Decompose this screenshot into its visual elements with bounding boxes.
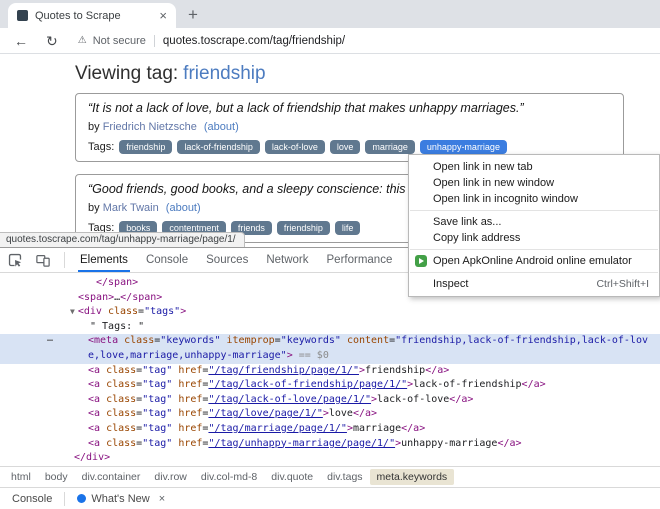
menu-item[interactable]: Inspect Ctrl+Shift+I — [409, 276, 659, 292]
devtools-tab-console[interactable]: Console — [137, 248, 197, 272]
breadcrumb-item[interactable]: div.tags — [320, 469, 369, 485]
address-bar: ← ↻ ⚠ Not secure quotes.toscrape.com/tag… — [0, 28, 660, 54]
author-name: Mark Twain — [102, 201, 159, 214]
dom-tree-row[interactable]: ▼ <div class="tags"> — [0, 305, 660, 320]
about-link[interactable]: (about) — [204, 121, 239, 133]
tag-pill[interactable]: lack-of-friendship — [177, 139, 260, 154]
menu-item-label: Open link in new tab — [433, 161, 533, 173]
reload-icon[interactable]: ↻ — [46, 34, 58, 48]
dom-tree-row[interactable]: … <meta class="keywords" itemprop="keywor… — [0, 332, 660, 364]
dom-tree-row[interactable]: <a class="tag" href="/tag/marriage/page/… — [0, 422, 660, 437]
elements-tree: </span> <span>…</span> ▼ <div class="tags">… — [0, 274, 660, 466]
url-text[interactable]: quotes.toscrape.com/tag/friendship/ — [153, 34, 345, 47]
by-label: by — [88, 120, 100, 133]
dom-tree-row[interactable]: </div> — [0, 451, 660, 466]
menu-item-label: Inspect — [433, 278, 469, 290]
menu-item-label: Open link in new window — [433, 177, 555, 189]
dom-tree-row[interactable]: <a class="tag" href="/tag/love/page/1/">… — [0, 407, 660, 422]
drawer-whats-new-tab[interactable]: What's New × — [65, 488, 177, 509]
new-tab-button[interactable]: + — [188, 6, 198, 23]
about-link[interactable]: (about) — [166, 202, 201, 214]
dom-tree-row[interactable]: <a class="tag" href="/tag/unhappy-marria… — [0, 437, 660, 452]
menu-item[interactable]: Save link as... — [409, 214, 659, 230]
author-name: Friedrich Nietzsche — [102, 120, 197, 133]
drawer-console-tab[interactable]: Console — [0, 488, 64, 509]
menu-item[interactable]: Open link in new window — [409, 175, 659, 191]
tag-pill[interactable]: unhappy-marriage — [419, 139, 507, 154]
menu-item-label: Open ApkOnline Android online emulator — [433, 255, 632, 267]
tag-pill[interactable]: lack-of-love — [264, 139, 325, 154]
back-icon[interactable]: ← — [14, 34, 28, 48]
heading-prefix: Viewing tag: — [75, 63, 179, 84]
menu-item[interactable]: Open link in incognito window — [409, 191, 659, 207]
breadcrumb-item[interactable]: html — [4, 469, 38, 485]
inspect-element-icon[interactable] — [8, 253, 22, 267]
menu-item[interactable]: Copy link address — [409, 230, 659, 246]
tag-pill[interactable]: life — [334, 220, 361, 235]
quote-text: “It is not a lack of love, but a lack of… — [88, 101, 524, 115]
row-more-actions-icon[interactable]: … — [47, 332, 54, 347]
site-favicon-icon — [17, 10, 28, 21]
menu-item[interactable]: Open link in new tab — [409, 159, 659, 175]
whats-new-icon — [77, 494, 87, 503]
tab-title: Quotes to Scrape — [35, 9, 121, 22]
dom-tree-row[interactable]: <a class="tag" href="/tag/friendship/pag… — [0, 364, 660, 379]
tag-pill-list: friendship lack-of-friendship lack-of-love… — [119, 139, 507, 154]
menu-item-label: Save link as... — [433, 216, 502, 228]
browser-window: Quotes to Scrape × + ← ↻ ⚠ Not secure qu… — [0, 0, 660, 509]
security-label[interactable]: Not secure — [93, 35, 146, 47]
by-label: by — [88, 201, 100, 214]
breadcrumb-item[interactable]: meta.keywords — [369, 469, 455, 485]
menu-shortcut-label: Ctrl+Shift+I — [596, 278, 649, 290]
apkonline-icon — [415, 255, 427, 267]
drawer-tab-close-icon[interactable]: × — [159, 493, 165, 505]
dom-tree-row[interactable]: " Tags: " — [0, 320, 660, 335]
context-menu: Open link in new tab Open link in new win… — [408, 154, 660, 297]
menu-separator — [410, 249, 658, 250]
tag-pill[interactable]: friendship — [276, 220, 330, 235]
menu-item-label: Open link in incognito window — [433, 193, 578, 205]
menu-item-label: Copy link address — [433, 232, 521, 244]
menu-separator — [410, 272, 658, 273]
devtools-tab-sources[interactable]: Sources — [197, 248, 257, 272]
toolbar-divider — [64, 252, 65, 268]
status-bubble: quotes.toscrape.com/tag/unhappy-marriage… — [0, 232, 245, 247]
dom-tree-row[interactable]: <a class="tag" href="/tag/lack-of-love/p… — [0, 393, 660, 408]
browser-tab[interactable]: Quotes to Scrape × — [8, 3, 176, 28]
breadcrumb-bar: html body div.container div.row div.col-md-8… — [0, 466, 660, 487]
menu-separator — [410, 210, 658, 211]
not-secure-warning-icon: ⚠ — [77, 35, 87, 46]
heading-tag-name: friendship — [183, 63, 266, 84]
page-title: Viewing tag: friendship — [75, 63, 660, 85]
tag-pill[interactable]: love — [329, 139, 361, 154]
whats-new-label: What's New — [91, 492, 150, 505]
devtools-tabs: Elements Console Sources Network Performance… — [71, 248, 461, 272]
quote-card: “It is not a lack of love, but a lack of… — [75, 93, 624, 162]
tab-close-icon[interactable]: × — [159, 9, 167, 22]
menu-item[interactable]: Open ApkOnline Android online emulator — [409, 253, 659, 269]
quote-tags-row: Tags: friendship lack-of-friendship lack-o… — [88, 139, 611, 154]
breadcrumb-item[interactable]: div.container — [75, 469, 148, 485]
devtools-tab-performance[interactable]: Performance — [318, 248, 402, 272]
quote-author-line: by Friedrich Nietzsche (about) — [88, 121, 611, 133]
breadcrumb-item[interactable]: div.quote — [264, 469, 320, 485]
devtools-tab-network[interactable]: Network — [257, 248, 317, 272]
tag-pill[interactable]: marriage — [365, 139, 415, 154]
devtools-drawer: Console What's New × — [0, 487, 660, 509]
dom-tree-row[interactable]: <a class="tag" href="/tag/lack-of-friend… — [0, 378, 660, 393]
tag-pill[interactable]: friendship — [119, 139, 173, 154]
tab-bar: Quotes to Scrape × + — [0, 0, 660, 28]
console-tab-label: Console — [12, 492, 53, 505]
device-toolbar-icon[interactable] — [36, 253, 50, 267]
breadcrumb-item[interactable]: div.row — [147, 469, 193, 485]
omnibox[interactable]: ⚠ Not secure quotes.toscrape.com/tag/fri… — [77, 34, 345, 47]
breadcrumb-item[interactable]: div.col-md-8 — [194, 469, 264, 485]
tags-label: Tags: — [88, 140, 115, 153]
expander-icon[interactable]: ▼ — [70, 307, 75, 316]
breadcrumb-item[interactable]: body — [38, 469, 75, 485]
devtools-tab-elements[interactable]: Elements — [71, 248, 137, 272]
